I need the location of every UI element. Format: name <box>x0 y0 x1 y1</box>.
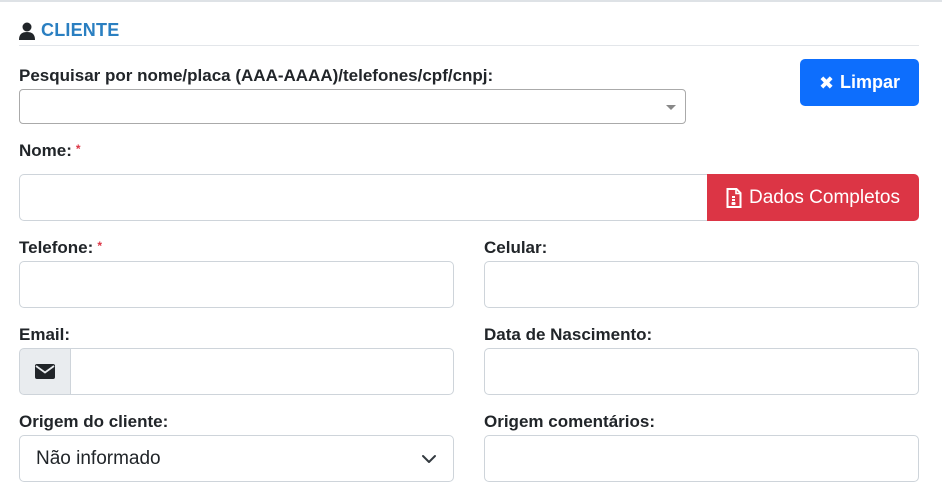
dropdown-arrow-icon <box>666 105 676 110</box>
limpar-button-label: Limpar <box>840 72 901 92</box>
dados-completos-button[interactable]: Dados Completos <box>707 174 919 221</box>
nome-label-text: Nome: <box>19 141 72 160</box>
origem-comentarios-label: Origem comentários: <box>484 412 655 431</box>
origem-cliente-select[interactable]: Não informado <box>19 435 454 482</box>
chevron-down-icon <box>421 451 437 467</box>
required-mark: * <box>97 239 102 253</box>
origem-comentarios-input[interactable] <box>484 435 919 482</box>
celular-input[interactable] <box>484 261 919 308</box>
limpar-button[interactable]: ✖ Limpar <box>800 59 919 106</box>
data-nascimento-input[interactable] <box>484 348 919 395</box>
user-icon <box>19 22 35 40</box>
times-icon: ✖ <box>818 72 835 93</box>
search-select[interactable] <box>19 89 686 124</box>
dados-completos-label: Dados Completos <box>748 186 901 208</box>
origem-cliente-selected: Não informado <box>36 447 161 469</box>
data-nascimento-label: Data de Nascimento: <box>484 325 653 344</box>
celular-label: Celular: <box>484 238 548 257</box>
email-input-group <box>19 348 454 395</box>
section-header: CLIENTE <box>19 20 119 41</box>
envelope-icon <box>35 364 55 379</box>
section-title: CLIENTE <box>41 20 120 40</box>
telefone-label: Telefone: * <box>19 238 102 258</box>
search-label: Pesquisar por nome/placa (AAA-AAAA)/tele… <box>19 66 494 85</box>
file-document-icon <box>726 187 742 208</box>
telefone-input[interactable] <box>19 261 454 308</box>
nome-input-group: Dados Completos <box>19 174 919 221</box>
origem-cliente-label: Origem do cliente: <box>19 412 169 431</box>
telefone-label-text: Telefone: <box>19 238 94 257</box>
nome-input[interactable] <box>19 174 707 221</box>
email-label: Email: <box>19 325 71 344</box>
section-divider <box>19 45 919 46</box>
top-border <box>0 0 942 2</box>
required-mark: * <box>75 142 81 156</box>
email-input[interactable] <box>71 348 454 395</box>
email-addon <box>19 348 71 395</box>
nome-label: Nome: * <box>19 141 81 161</box>
